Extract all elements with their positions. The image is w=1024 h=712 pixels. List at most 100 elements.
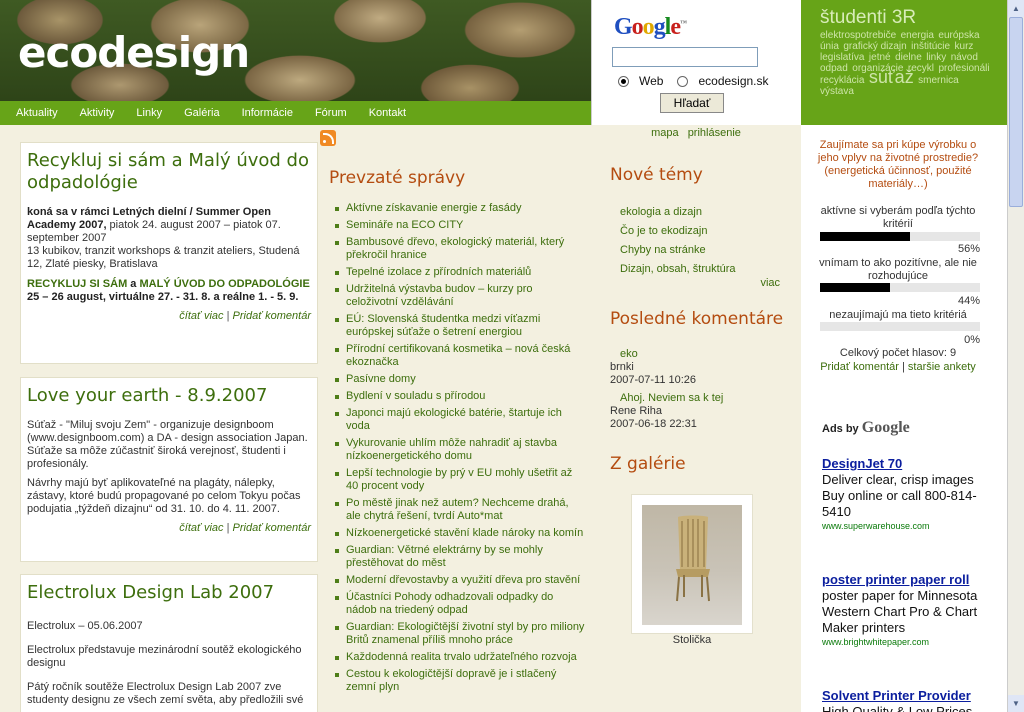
vertical-scrollbar[interactable]: ▲ ▼ (1007, 0, 1024, 712)
read-more-link[interactable]: čítať viac (179, 310, 223, 322)
map-link[interactable]: mapa (651, 127, 679, 139)
news-item[interactable]: EÚ: Slovenská študentka medzi víťazmi eu… (333, 313, 585, 339)
article-title[interactable]: Love your earth - 8.9.2007 (27, 385, 311, 407)
google-logo: Google™ (614, 14, 687, 40)
topic-link[interactable]: ekologia a dizajn (620, 203, 736, 222)
news-item[interactable]: Bambusové dřevo, ekologický materiál, kt… (333, 236, 585, 262)
news-item[interactable]: Účastníci Pohody odhadzovali odpadky do … (333, 591, 585, 617)
poll-total: Celkový počet hlasov: 9 (839, 347, 957, 359)
radio-web[interactable] (618, 75, 629, 87)
poll-option-label: nezaujímajú ma tieto kritériá (829, 309, 967, 321)
nav-item-forum[interactable]: Fórum (315, 107, 347, 119)
news-item[interactable]: Aktívne získavanie energie z fasády (333, 202, 585, 215)
article-paragraph: Pátý ročník soutěže Electrolux Design La… (27, 681, 304, 706)
poll-option-percent: 56% (957, 243, 980, 255)
topic-link[interactable]: Dizajn, obsah, štruktúra (620, 260, 736, 279)
radio-site[interactable] (677, 75, 689, 87)
news-item[interactable]: Semináře na ECO CITY (333, 219, 585, 232)
comment-title[interactable]: eko (610, 348, 696, 361)
nav-item-linky[interactable]: Linky (136, 107, 162, 119)
article-venue: 13 kubikov, tranzit workshops & tranzit … (27, 245, 300, 270)
news-item[interactable]: Cestou k ekologičtější dopravě je i stla… (333, 668, 585, 694)
tag-link[interactable]: návod (951, 52, 978, 63)
nav-item-galeria[interactable]: Galéria (184, 107, 219, 119)
tag-link[interactable]: grafický dizajn (843, 41, 906, 52)
poll-bar-fill (820, 232, 910, 241)
google-search-box: Google™ Web ecodesign.sk Hľadať (591, 0, 801, 125)
main-nav: Aktuality Aktivity Linky Galéria Informá… (0, 101, 591, 125)
scroll-down-icon[interactable]: ▼ (1008, 695, 1024, 712)
topic-link[interactable]: Čo je to ekodizajn (620, 222, 736, 241)
poll-comment-link[interactable]: Pridať komentár (820, 361, 899, 373)
tag-cloud-heading[interactable]: študenti 3R (820, 8, 997, 28)
scroll-up-icon[interactable]: ▲ (1008, 0, 1024, 17)
tag-link[interactable]: elektrospotrebiče (820, 30, 896, 41)
news-item[interactable]: Udržitelná výstavba budov – kurzy pro ce… (333, 283, 585, 309)
tag-link[interactable]: kurz (955, 41, 974, 52)
read-more-link[interactable]: čítať viac (179, 522, 223, 534)
comment-title[interactable]: Ahoj. Neviem sa k tej (610, 392, 723, 405)
news-item[interactable]: Po městě jinak než autem? Nechceme drahá… (333, 497, 585, 523)
comment-date: 2007-06-18 22:31 (610, 418, 697, 430)
article-title[interactable]: Electrolux Design Lab 2007 (27, 582, 311, 604)
ads-by-google[interactable]: Ads by Google (822, 419, 910, 437)
news-item[interactable]: Přírodní certifikovaná kosmetika – nová … (333, 343, 585, 369)
tag-link[interactable]: súťaž (869, 67, 914, 87)
tag-link[interactable]: linky (926, 52, 946, 63)
news-item[interactable]: Guardian: Větrné elektrárny by se mohly … (333, 544, 585, 570)
ad-title[interactable]: DesignJet 70 (822, 456, 994, 472)
scrollbar-thumb[interactable] (1009, 17, 1023, 207)
poll-option-bar (820, 232, 980, 241)
site-title[interactable]: ecodesign (18, 28, 250, 77)
nav-item-informacie[interactable]: Informácie (242, 107, 293, 119)
add-comment-link[interactable]: Pridať komentár (233, 310, 311, 322)
nav-item-kontakt[interactable]: Kontakt (369, 107, 406, 119)
news-item[interactable]: Tepelné izolace z přírodních materiálů (333, 266, 585, 279)
news-item[interactable]: Guardian: Ekologičtější životní styl by … (333, 621, 585, 647)
article-highlight-a[interactable]: RECYKLUJ SI SÁM (27, 278, 127, 290)
tag-link[interactable]: jetné (869, 52, 891, 63)
news-item[interactable]: Lepší technologie by prý v EU mohly ušet… (333, 467, 585, 493)
rss-icon[interactable] (320, 130, 336, 146)
comments-heading: Posledné komentáre (610, 309, 784, 329)
news-item[interactable]: Pasívne domy (333, 373, 585, 386)
topics-more-link[interactable]: viac (760, 277, 780, 289)
topics-list: ekologia a dizajn Čo je to ekodizajn Chy… (620, 203, 736, 279)
ad-url[interactable]: www.brightwhitepaper.com (822, 636, 994, 648)
ad-unit: DesignJet 70 Deliver clear, crisp images… (822, 456, 994, 532)
article-highlight-b[interactable]: MALÝ ÚVOD DO ODPADOLÓGIE (139, 278, 309, 290)
topic-link[interactable]: Chyby na stránke (620, 241, 736, 260)
tag-link[interactable]: výstava (820, 86, 854, 97)
tag-link[interactable]: dielne (895, 52, 922, 63)
news-item[interactable]: Vykurovanie uhlím môže nahradiť aj stavb… (333, 437, 585, 463)
page: ecodesign Aktuality Aktivity Linky Galér… (0, 0, 1024, 712)
tag-link[interactable]: energia (901, 30, 934, 41)
news-item[interactable]: Každodenná realita trvalo udržateľného r… (333, 651, 585, 664)
tag-link[interactable]: recyklácia (820, 75, 864, 86)
article-title[interactable]: Recykluj si sám a Malý úvod do odpadológ… (27, 150, 311, 194)
tag-link[interactable]: odpad (820, 63, 848, 74)
poll-option-bar (820, 322, 980, 331)
news-item[interactable]: Moderní dřevostavby a využití dřeva pro … (333, 574, 585, 587)
login-link[interactable]: prihlásenie (688, 127, 741, 139)
nav-item-aktuality[interactable]: Aktuality (16, 107, 58, 119)
search-input[interactable] (612, 47, 758, 67)
ad-title[interactable]: Solvent Printer Provider (822, 688, 994, 704)
nav-item-aktivity[interactable]: Aktivity (80, 107, 115, 119)
news-item[interactable]: Bydlení v souladu s přírodou (333, 390, 585, 403)
poll-older-link[interactable]: staršie ankety (908, 361, 976, 373)
chair-image (676, 515, 710, 602)
tag-link[interactable]: legislatíva (820, 52, 864, 63)
news-item[interactable]: Nízkoenergetické stavění klade nároky na… (333, 527, 585, 540)
tag-link[interactable]: profesionáli (938, 63, 989, 74)
ad-title[interactable]: poster printer paper roll (822, 572, 994, 588)
search-button[interactable]: Hľadať (660, 93, 724, 113)
news-item[interactable]: Japonci majú ekologické batérie, štartuj… (333, 407, 585, 433)
tag-link[interactable]: smernica (918, 75, 959, 86)
poll-bar-fill (820, 283, 891, 292)
add-comment-link[interactable]: Pridať komentár (233, 522, 311, 534)
gallery-thumbnail[interactable] (631, 494, 753, 634)
ad-url[interactable]: www.superwarehouse.com (822, 520, 994, 532)
search-scope: Web ecodesign.sk (618, 74, 769, 88)
tag-link[interactable]: inštitúcie (911, 41, 950, 52)
